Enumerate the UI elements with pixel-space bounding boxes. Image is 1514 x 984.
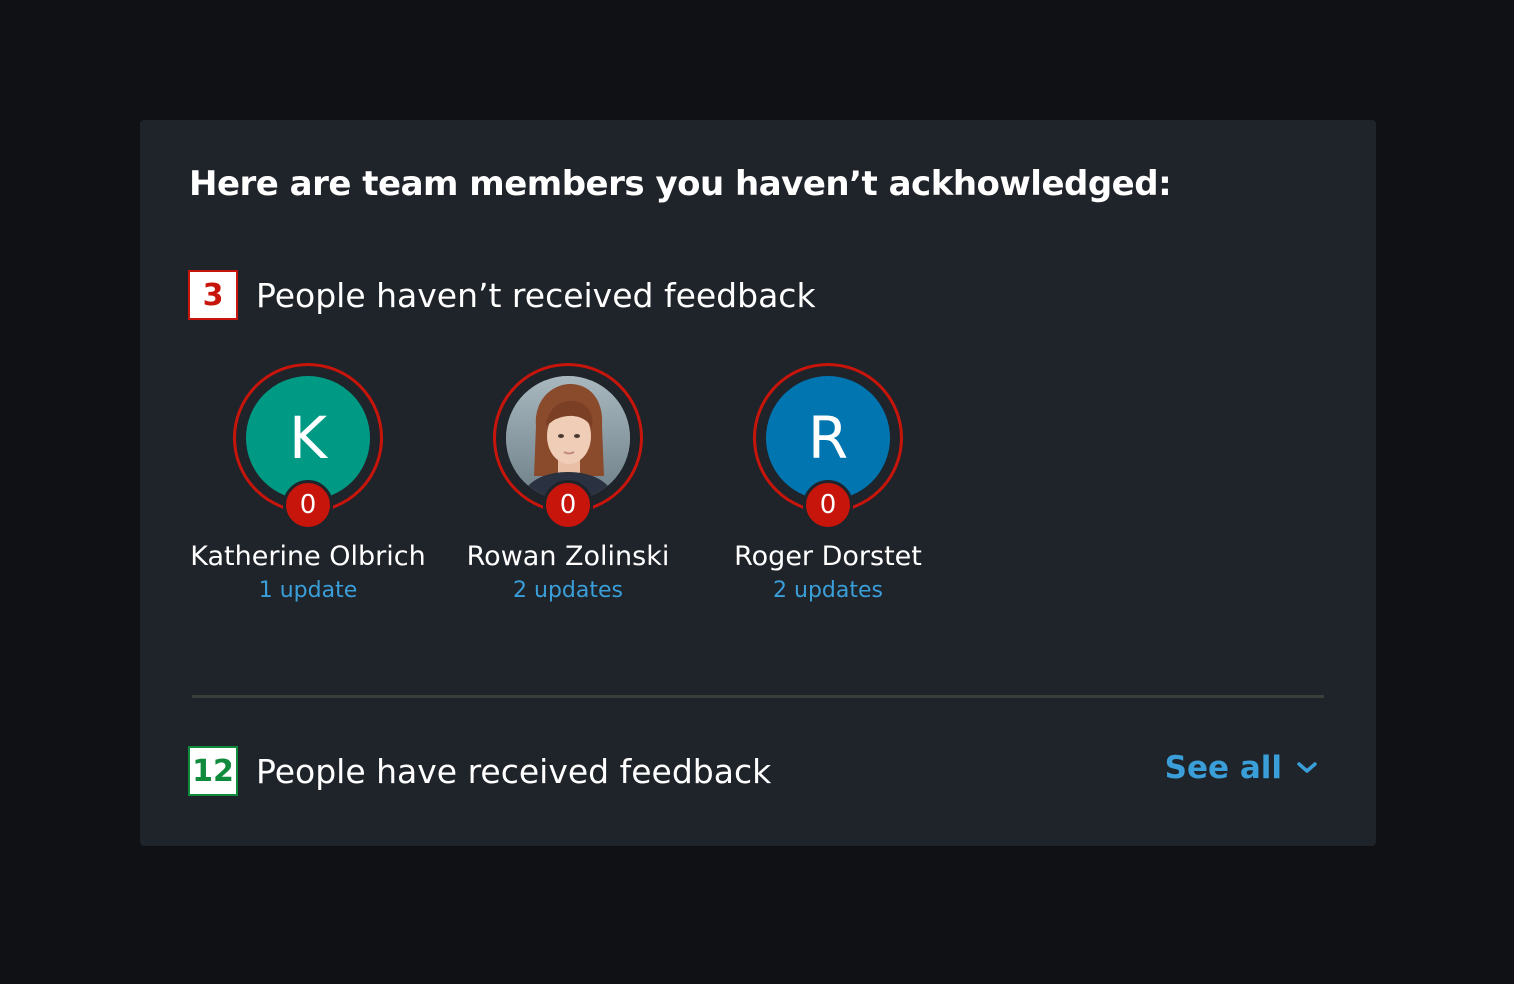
card-title: Here are team members you haven’t ackhow… xyxy=(189,164,1172,204)
feedback-count-badge: 0 xyxy=(803,480,853,530)
member-name: Katherine Olbrich xyxy=(190,541,426,572)
member-name: Roger Dorstet xyxy=(734,541,922,572)
not-received-count-badge: 3 xyxy=(188,270,238,320)
see-all-button[interactable]: See all xyxy=(1165,750,1318,786)
member-updates-link[interactable]: 2 updates xyxy=(698,578,958,603)
feedback-count-badge: 0 xyxy=(283,480,333,530)
section-divider xyxy=(192,695,1324,698)
member-updates-link[interactable]: 1 update xyxy=(178,578,438,603)
see-all-label: See all xyxy=(1164,750,1282,786)
member-list: K 0 Katherine Olbrich 1 update 0 Rowan Z… xyxy=(140,363,1376,623)
received-header: 12 People have received feedback xyxy=(188,744,771,798)
member-name: Rowan Zolinski xyxy=(466,541,670,572)
chevron-down-icon xyxy=(1296,761,1318,775)
feedback-card: Here are team members you haven’t ackhow… xyxy=(140,120,1376,846)
member-updates-link[interactable]: 2 updates xyxy=(438,578,698,603)
received-count-badge: 12 xyxy=(188,746,238,796)
not-received-label: People haven’t received feedback xyxy=(256,275,816,315)
feedback-count-badge: 0 xyxy=(543,480,593,530)
received-label: People have received feedback xyxy=(256,751,772,791)
not-received-header: 3 People haven’t received feedback xyxy=(188,268,816,322)
